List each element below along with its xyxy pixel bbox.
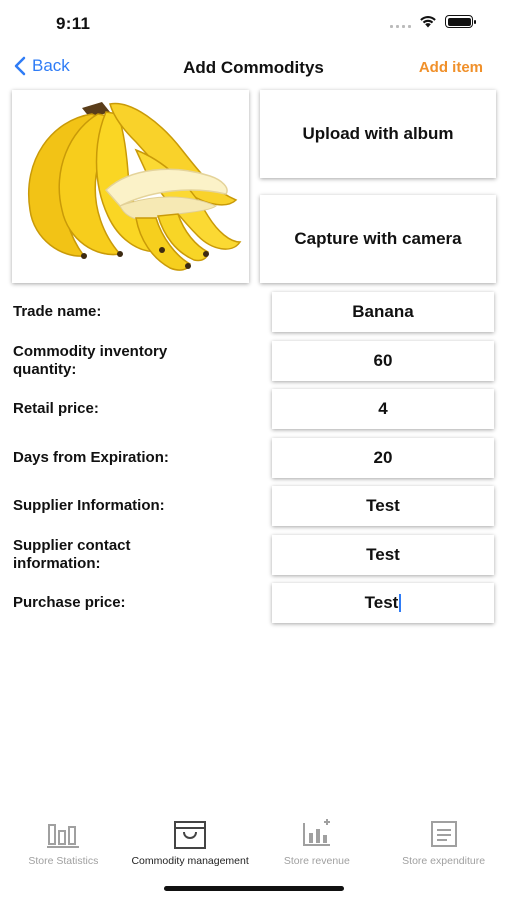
revenue-chart-icon [300, 818, 334, 850]
supplier-information-label: Supplier Information: [13, 497, 165, 514]
home-indicator[interactable] [164, 886, 344, 891]
trade-name-label: Trade name: [13, 303, 102, 320]
banana-image [12, 90, 249, 283]
retail-price-label: Retail price: [13, 400, 99, 417]
add-item-button[interactable]: Add item [419, 59, 483, 76]
purchase-price-label: Purchase price: [13, 594, 126, 611]
bar-chart-icon [46, 818, 80, 850]
wifi-icon [420, 16, 436, 28]
tab-bar: Store Statistics Commodity management St… [0, 818, 507, 878]
supplier-contact-input[interactable]: Test [272, 535, 494, 575]
tab-store-expenditure[interactable]: Store expenditure [380, 818, 507, 878]
capture-with-camera-button[interactable]: Capture with camera [260, 195, 496, 283]
status-icons [390, 15, 476, 28]
battery-icon [445, 15, 476, 28]
tab-commodity-management[interactable]: Commodity management [127, 818, 254, 878]
cellular-signal-icon [390, 16, 411, 28]
days-from-expiration-label: Days from Expiration: [13, 449, 169, 466]
form-row-supplier-information: Supplier Information: Test [0, 486, 507, 526]
supplier-contact-label: Supplier contact information: [13, 537, 131, 572]
form-row-retail-price: Retail price: 4 [0, 389, 507, 429]
form-row-supplier-contact: Supplier contact information: Test [0, 535, 507, 575]
tab-label-commodity-management: Commodity management [131, 855, 249, 867]
days-from-expiration-input[interactable]: 20 [272, 438, 494, 478]
form-row-purchase-price: Purchase price: Test [0, 583, 507, 623]
expenditure-icon [427, 818, 461, 850]
trade-name-input[interactable]: Banana [272, 292, 494, 332]
tab-store-revenue[interactable]: Store revenue [254, 818, 381, 878]
tab-store-statistics[interactable]: Store Statistics [0, 818, 127, 878]
navigation-bar: Back Add Commoditys Add item [0, 48, 507, 88]
purchase-price-input[interactable]: Test [272, 583, 494, 623]
supplier-information-input[interactable]: Test [272, 486, 494, 526]
form-row-inventory-quantity: Commodity inventory quantity: 60 [0, 341, 507, 381]
status-bar: 9:11 [0, 0, 507, 48]
upload-with-album-button[interactable]: Upload with album [260, 90, 496, 178]
shopping-bag-icon [173, 818, 207, 850]
status-time: 9:11 [56, 14, 91, 33]
text-cursor [399, 594, 402, 612]
retail-price-input[interactable]: 4 [272, 389, 494, 429]
purchase-price-value: Test [364, 593, 399, 612]
tab-label-store-revenue: Store revenue [283, 855, 350, 867]
form-row-days-from-expiration: Days from Expiration: 20 [0, 438, 507, 478]
commodity-photo [12, 90, 249, 283]
inventory-quantity-input[interactable]: 60 [272, 341, 494, 381]
inventory-quantity-label: Commodity inventory quantity: [13, 343, 168, 378]
tab-label-store-expenditure: Store expenditure [402, 855, 486, 867]
form-row-trade-name: Trade name: Banana [0, 292, 507, 332]
tab-label-store-statistics: Store Statistics [28, 855, 99, 867]
